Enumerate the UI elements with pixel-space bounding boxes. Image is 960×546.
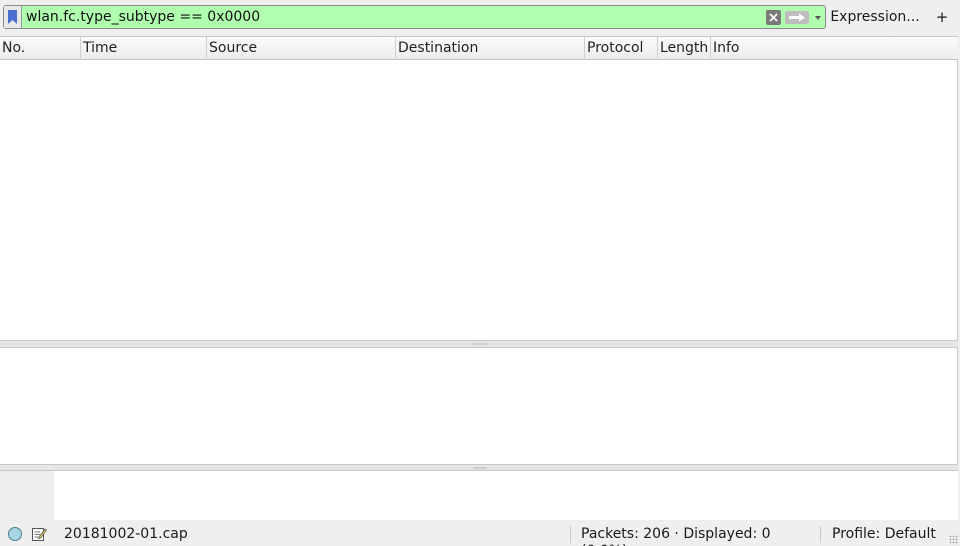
column-header-time[interactable]: Time [81, 37, 207, 60]
column-header-protocol[interactable]: Protocol [585, 37, 658, 60]
capture-comment-icon[interactable] [31, 526, 47, 542]
splitter-grip [473, 343, 487, 345]
clear-icon [769, 13, 778, 22]
apply-filter-button[interactable] [785, 10, 809, 25]
splitter-grip [473, 467, 487, 469]
recent-filters-dropdown[interactable] [812, 10, 824, 25]
add-filter-button[interactable]: + [929, 5, 955, 29]
display-filter-input[interactable] [24, 6, 764, 28]
expert-info-icon[interactable] [8, 527, 22, 541]
bytes-offset-column [0, 471, 54, 521]
packet-details-pane[interactable] [0, 347, 958, 465]
packet-count-status: Packets: 206 · Displayed: 0 (0.0%) [570, 526, 810, 546]
bookmark-icon [8, 10, 17, 24]
packet-list-header: No. Time Source Destination Protocol Len… [0, 37, 958, 60]
clear-filter-button[interactable] [766, 10, 781, 25]
packet-list-pane[interactable]: No. Time Source Destination Protocol Len… [0, 36, 958, 341]
filter-bookmark-button[interactable] [4, 6, 22, 28]
display-filter-box [3, 5, 826, 29]
column-header-no[interactable]: No. [0, 37, 81, 60]
column-header-info[interactable]: Info [711, 37, 958, 60]
chevron-down-icon [815, 16, 821, 20]
column-header-destination[interactable]: Destination [396, 37, 585, 60]
column-header-length[interactable]: Length [658, 37, 711, 60]
profile-switcher[interactable]: Profile: Default [820, 526, 960, 543]
display-filter-toolbar: Expression... + [0, 0, 960, 35]
status-bar: 20181002-01.cap Packets: 206 · Displayed… [0, 522, 960, 546]
capture-file-name: 20181002-01.cap [64, 526, 188, 542]
expression-button[interactable]: Expression... [829, 5, 921, 29]
arrow-right-icon [785, 11, 809, 24]
window-resize-grip[interactable] [949, 535, 959, 545]
packet-bytes-pane[interactable] [0, 470, 958, 521]
column-header-source[interactable]: Source [207, 37, 396, 60]
